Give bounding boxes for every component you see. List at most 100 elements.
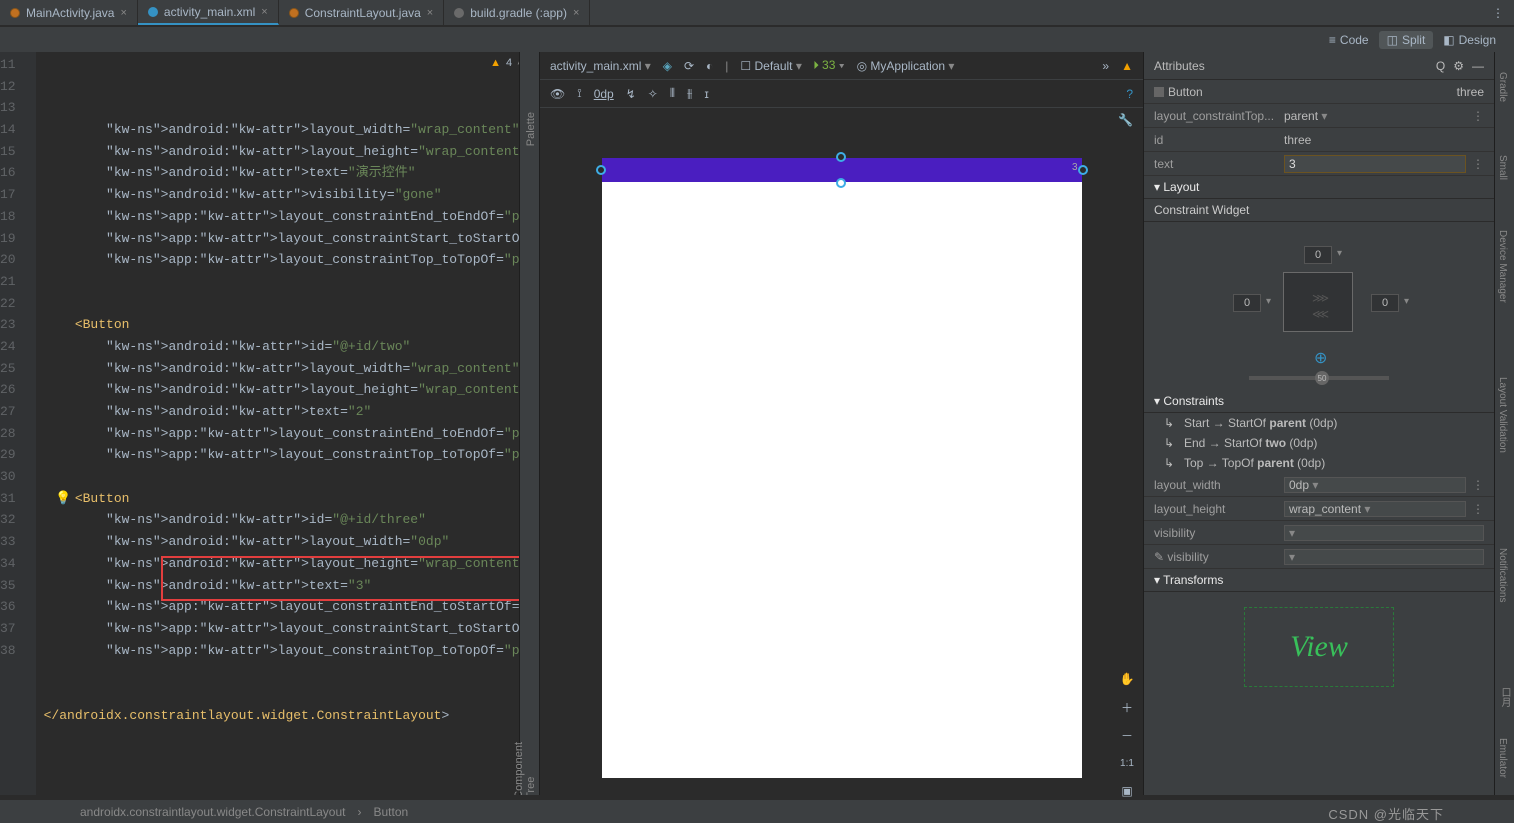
section-transforms[interactable]: ▾ Transforms (1144, 569, 1494, 592)
device-frame[interactable]: 3 (602, 158, 1082, 778)
magnet-icon[interactable]: ⟟ (577, 86, 581, 101)
eye-icon[interactable]: 👁 (550, 87, 565, 101)
orientation-icon[interactable]: ⟳ (684, 59, 694, 73)
constraint-arrow-icon: ↳ (1164, 416, 1178, 430)
close-icon[interactable]: × (120, 7, 126, 19)
attr-layout-height[interactable]: layout_height wrap_content ⋮ (1144, 497, 1494, 521)
pan-icon[interactable]: ✋ (1116, 668, 1138, 690)
tool-window-tab[interactable]: Layout Validation (1497, 377, 1508, 453)
tab-build-gradle[interactable]: build.gradle (:app) × (444, 0, 590, 25)
palette-tab[interactable]: Palette (525, 112, 537, 146)
constraint-arrow-icon: ↳ (1164, 456, 1178, 470)
component-tree-tab[interactable]: Component Tree (513, 742, 537, 795)
zoom-controls: ✋ ＋ － 1:1 ▣ (1116, 668, 1138, 802)
constraint-line[interactable]: ↳Top → TopOf parent (0dp) (1144, 453, 1494, 473)
clear-constraints-icon[interactable]: ↯ (626, 87, 636, 101)
code-area[interactable]: 1112131415161718192021222324252627282930… (0, 52, 539, 795)
more-icon[interactable]: ⋮ (1472, 502, 1484, 516)
selected-button-view[interactable]: 3 (602, 158, 1082, 182)
search-icon[interactable]: Q (1436, 59, 1445, 73)
breadcrumb-leaf[interactable]: Button (374, 805, 409, 819)
attributes-panel: Attributes Q ⚙ — Button three layout_con… (1144, 52, 1494, 795)
component-type-row: Button three (1144, 80, 1494, 104)
margin-right[interactable]: 0 (1371, 294, 1399, 312)
design-file-dropdown[interactable]: activity_main.xml (550, 59, 651, 73)
resize-handle[interactable] (596, 165, 606, 175)
attr-value-input[interactable]: 3 (1284, 155, 1466, 173)
attr-row-id[interactable]: id three (1144, 128, 1494, 152)
chevron-right-icon: › (358, 805, 362, 819)
night-mode-icon[interactable]: ◐ (706, 59, 713, 73)
breadcrumb-path[interactable]: androidx.constraintlayout.widget.Constra… (80, 805, 346, 819)
attr-value[interactable]: parent (1284, 109, 1466, 123)
device-dropdown[interactable]: ☐ Default (740, 59, 801, 73)
attr-tools-visibility[interactable]: ✎ visibility (1144, 545, 1494, 569)
design-canvas[interactable]: 🔧 3 ✋ ＋ － 1:1 ▣ (540, 108, 1143, 795)
tool-window-tab[interactable]: Device Manager (1497, 230, 1508, 303)
align-icon[interactable]: ⫴ (670, 86, 675, 101)
margin-left[interactable]: 0 (1233, 294, 1261, 312)
close-icon[interactable]: × (573, 7, 579, 19)
resize-handle[interactable] (836, 178, 846, 188)
warning-icon[interactable]: ▲ (1121, 59, 1133, 73)
more-icon[interactable]: ⋮ (1472, 157, 1484, 171)
section-constraints[interactable]: ▾ Constraints (1144, 390, 1494, 413)
magic-wand-icon[interactable]: ✧ (648, 87, 658, 101)
resize-handle[interactable] (836, 152, 846, 162)
more-icon[interactable]: ⋮ (1472, 478, 1484, 492)
layers-icon[interactable]: ◈ (663, 59, 672, 73)
attr-row-constraint-top[interactable]: layout_constraintTop... parent ⋮ (1144, 104, 1494, 128)
design-toolbar: activity_main.xml ◈ ⟳ ◐ | ☐ Default 🞂 33… (540, 52, 1143, 80)
guideline-icon[interactable]: ɪ (704, 87, 708, 101)
tool-window-tab[interactable]: Emulator (1497, 738, 1508, 778)
tool-window-tab[interactable]: Small (1497, 155, 1508, 180)
wrench-icon[interactable]: 🔧 (1118, 113, 1133, 127)
design-icon: ◧ (1443, 33, 1454, 47)
tool-window-tab[interactable]: Notifications (1497, 548, 1508, 602)
attr-visibility[interactable]: visibility (1144, 521, 1494, 545)
attr-layout-width[interactable]: layout_width 0dp ⋮ (1144, 473, 1494, 497)
theme-dropdown[interactable]: ◎ MyApplication (857, 59, 955, 73)
pack-icon[interactable]: ⫵ (687, 86, 693, 101)
minimize-icon[interactable]: — (1472, 59, 1484, 73)
constraint-widget[interactable]: ⋙ ⋘ 0 ▾ 0 ▾ 0 ▾ ⊕ 50 (1144, 222, 1494, 390)
tab-activity-main-xml[interactable]: activity_main.xml × (138, 0, 279, 25)
gear-icon[interactable]: ⚙ (1453, 59, 1464, 73)
tab-label: ConstraintLayout.java (305, 6, 421, 20)
overflow-menu-icon[interactable]: ⋮ (1482, 0, 1514, 25)
layout-canvas-area[interactable] (602, 182, 1082, 778)
code-icon: ≡ (1329, 33, 1336, 47)
tab-label: MainActivity.java (26, 6, 114, 20)
constraint-line[interactable]: ↳Start → StartOf parent (0dp) (1144, 413, 1494, 433)
expand-icon[interactable]: » (1102, 59, 1109, 73)
section-layout[interactable]: ▾ Layout (1144, 176, 1494, 199)
line-number-gutter: 1112131415161718192021222324252627282930… (0, 52, 36, 795)
constraint-widget-box[interactable]: ⋙ ⋘ (1283, 272, 1353, 332)
view-mode-split[interactable]: ◫ Split (1379, 31, 1434, 49)
add-constraint-icon[interactable]: ⊕ (1314, 348, 1327, 368)
tool-window-tab[interactable]: 口月 (1497, 687, 1512, 707)
code-content[interactable]: "kw-ns">android:"kw-attr">layout_width="… (36, 52, 539, 795)
zero-dp-button[interactable]: 0dp (594, 87, 614, 101)
attr-row-text[interactable]: text 3 ⋮ (1144, 152, 1494, 176)
close-icon[interactable]: × (427, 7, 433, 19)
zoom-out-icon[interactable]: － (1116, 724, 1138, 746)
split-icon: ◫ (1387, 33, 1398, 47)
gradle-file-icon (454, 8, 464, 18)
tab-main-activity[interactable]: MainActivity.java × (0, 0, 138, 25)
more-icon[interactable]: ⋮ (1472, 109, 1484, 123)
view-mode-design[interactable]: ◧ Design (1435, 31, 1504, 49)
bias-slider[interactable]: 50 (1249, 376, 1389, 380)
zoom-one-to-one[interactable]: 1:1 (1116, 752, 1138, 774)
resize-handle[interactable] (1078, 165, 1088, 175)
api-dropdown[interactable]: 🞂 33 (814, 58, 845, 73)
view-mode-code[interactable]: ≡ Code (1321, 31, 1377, 49)
help-icon[interactable]: ? (1126, 87, 1133, 101)
attr-value[interactable]: three (1284, 133, 1484, 147)
margin-top[interactable]: 0 (1304, 246, 1332, 264)
tool-window-tab[interactable]: Gradle (1497, 72, 1508, 102)
zoom-in-icon[interactable]: ＋ (1116, 696, 1138, 718)
close-icon[interactable]: × (261, 6, 267, 18)
tab-constraint-layout-java[interactable]: ConstraintLayout.java × (279, 0, 445, 25)
constraint-line[interactable]: ↳End → StartOf two (0dp) (1144, 433, 1494, 453)
